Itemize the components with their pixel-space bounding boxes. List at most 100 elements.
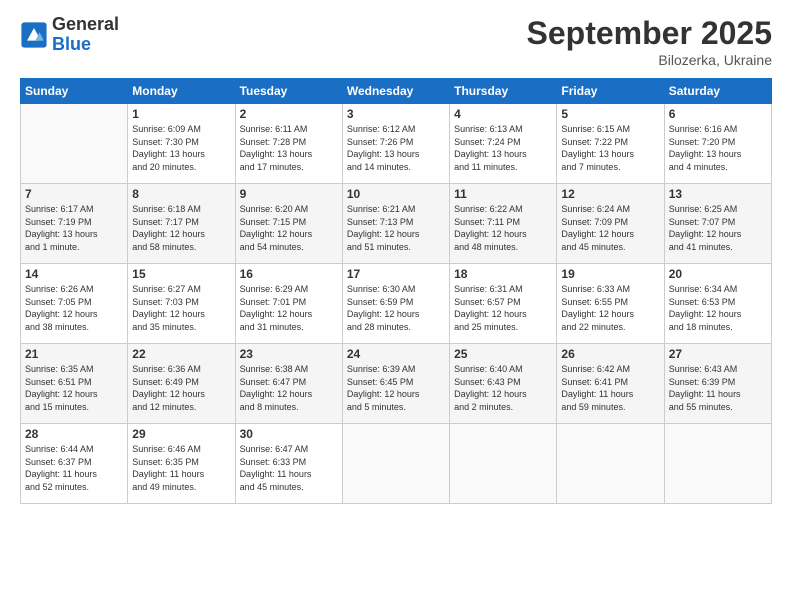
table-row: 17 Sunrise: 6:30 AM Sunset: 6:59 PM Dayli… xyxy=(342,264,449,344)
table-row: 4 Sunrise: 6:13 AM Sunset: 7:24 PM Daylig… xyxy=(450,104,557,184)
day-number: 18 xyxy=(454,267,552,281)
logo-blue-text: Blue xyxy=(52,35,119,55)
day-number: 17 xyxy=(347,267,445,281)
table-row: 24 Sunrise: 6:39 AM Sunset: 6:45 PM Dayli… xyxy=(342,344,449,424)
day-info: Sunrise: 6:44 AM Sunset: 6:37 PM Dayligh… xyxy=(25,443,123,493)
day-info: Sunrise: 6:39 AM Sunset: 6:45 PM Dayligh… xyxy=(347,363,445,413)
table-row: 2 Sunrise: 6:11 AM Sunset: 7:28 PM Daylig… xyxy=(235,104,342,184)
day-info: Sunrise: 6:42 AM Sunset: 6:41 PM Dayligh… xyxy=(561,363,659,413)
day-number: 10 xyxy=(347,187,445,201)
day-number: 24 xyxy=(347,347,445,361)
day-number: 21 xyxy=(25,347,123,361)
table-row: 22Sunrise: 6:36 AM Sunset: 6:49 PM Dayli… xyxy=(128,344,235,424)
month-title: September 2025 xyxy=(527,15,772,52)
table-row: 30Sunrise: 6:47 AM Sunset: 6:33 PM Dayli… xyxy=(235,424,342,504)
header-sunday: Sunday xyxy=(21,79,128,104)
table-row: 5Sunrise: 6:15 AM Sunset: 7:22 PM Daylig… xyxy=(557,104,664,184)
weekday-header-row: Sunday Monday Tuesday Wednesday Thursday… xyxy=(21,79,772,104)
table-row: 12 Sunrise: 6:24 AM Sunset: 7:09 PM Dayli… xyxy=(557,184,664,264)
table-row: 26 Sunrise: 6:42 AM Sunset: 6:41 PM Dayli… xyxy=(557,344,664,424)
table-row: 10 Sunrise: 6:21 AM Sunset: 7:13 PM Dayli… xyxy=(342,184,449,264)
table-row xyxy=(557,424,664,504)
day-number: 14 xyxy=(25,267,123,281)
day-number: 29 xyxy=(132,427,230,441)
header-friday: Friday xyxy=(557,79,664,104)
table-row: 29 Sunrise: 6:46 AM Sunset: 6:35 PM Dayli… xyxy=(128,424,235,504)
location-subtitle: Bilozerka, Ukraine xyxy=(527,52,772,68)
day-number: 13 xyxy=(669,187,767,201)
day-number: 8 xyxy=(132,187,230,201)
table-row: 7 Sunrise: 6:17 AM Sunset: 7:19 PM Daylig… xyxy=(21,184,128,264)
day-number: 19 xyxy=(561,267,659,281)
day-number: 23 xyxy=(240,347,338,361)
day-info: Sunrise: 6:33 AM Sunset: 6:55 PM Dayligh… xyxy=(561,283,659,333)
day-info: Sunrise: 6:22 AM Sunset: 7:11 PM Dayligh… xyxy=(454,203,552,253)
day-info: Sunrise: 6:40 AM Sunset: 6:43 PM Dayligh… xyxy=(454,363,552,413)
day-info: Sunrise: 6:09 AM Sunset: 7:30 PM Dayligh… xyxy=(132,123,230,173)
header-monday: Monday xyxy=(128,79,235,104)
day-info: Sunrise: 6:21 AM Sunset: 7:13 PM Dayligh… xyxy=(347,203,445,253)
header-tuesday: Tuesday xyxy=(235,79,342,104)
table-row xyxy=(21,104,128,184)
calendar-week-row: 28 Sunrise: 6:44 AM Sunset: 6:37 PM Dayli… xyxy=(21,424,772,504)
day-info: Sunrise: 6:15 AM Sunset: 7:22 PM Dayligh… xyxy=(561,123,659,173)
table-row: 9Sunrise: 6:20 AM Sunset: 7:15 PM Daylig… xyxy=(235,184,342,264)
day-info: Sunrise: 6:17 AM Sunset: 7:19 PM Dayligh… xyxy=(25,203,123,253)
day-info: Sunrise: 6:16 AM Sunset: 7:20 PM Dayligh… xyxy=(669,123,767,173)
calendar-week-row: 14 Sunrise: 6:26 AM Sunset: 7:05 PM Dayli… xyxy=(21,264,772,344)
table-row: 16Sunrise: 6:29 AM Sunset: 7:01 PM Dayli… xyxy=(235,264,342,344)
table-row: 25 Sunrise: 6:40 AM Sunset: 6:43 PM Dayli… xyxy=(450,344,557,424)
day-info: Sunrise: 6:36 AM Sunset: 6:49 PM Dayligh… xyxy=(132,363,230,413)
title-section: September 2025 Bilozerka, Ukraine xyxy=(527,15,772,68)
header: General Blue September 2025 Bilozerka, U… xyxy=(20,15,772,68)
calendar-week-row: 21Sunrise: 6:35 AM Sunset: 6:51 PM Dayli… xyxy=(21,344,772,424)
day-number: 4 xyxy=(454,107,552,121)
day-info: Sunrise: 6:46 AM Sunset: 6:35 PM Dayligh… xyxy=(132,443,230,493)
day-number: 3 xyxy=(347,107,445,121)
day-info: Sunrise: 6:20 AM Sunset: 7:15 PM Dayligh… xyxy=(240,203,338,253)
table-row: 15 Sunrise: 6:27 AM Sunset: 7:03 PM Dayli… xyxy=(128,264,235,344)
table-row: 21Sunrise: 6:35 AM Sunset: 6:51 PM Dayli… xyxy=(21,344,128,424)
day-number: 28 xyxy=(25,427,123,441)
day-info: Sunrise: 6:12 AM Sunset: 7:26 PM Dayligh… xyxy=(347,123,445,173)
table-row: 18 Sunrise: 6:31 AM Sunset: 6:57 PM Dayli… xyxy=(450,264,557,344)
table-row xyxy=(450,424,557,504)
day-info: Sunrise: 6:31 AM Sunset: 6:57 PM Dayligh… xyxy=(454,283,552,333)
day-number: 26 xyxy=(561,347,659,361)
day-number: 12 xyxy=(561,187,659,201)
table-row: 8 Sunrise: 6:18 AM Sunset: 7:17 PM Daylig… xyxy=(128,184,235,264)
header-thursday: Thursday xyxy=(450,79,557,104)
table-row: 13Sunrise: 6:25 AM Sunset: 7:07 PM Dayli… xyxy=(664,184,771,264)
day-number: 27 xyxy=(669,347,767,361)
day-number: 2 xyxy=(240,107,338,121)
day-number: 30 xyxy=(240,427,338,441)
day-number: 11 xyxy=(454,187,552,201)
day-info: Sunrise: 6:38 AM Sunset: 6:47 PM Dayligh… xyxy=(240,363,338,413)
day-info: Sunrise: 6:26 AM Sunset: 7:05 PM Dayligh… xyxy=(25,283,123,333)
day-info: Sunrise: 6:18 AM Sunset: 7:17 PM Dayligh… xyxy=(132,203,230,253)
logo: General Blue xyxy=(20,15,119,55)
day-number: 15 xyxy=(132,267,230,281)
day-info: Sunrise: 6:27 AM Sunset: 7:03 PM Dayligh… xyxy=(132,283,230,333)
day-number: 1 xyxy=(132,107,230,121)
day-info: Sunrise: 6:24 AM Sunset: 7:09 PM Dayligh… xyxy=(561,203,659,253)
table-row: 14 Sunrise: 6:26 AM Sunset: 7:05 PM Dayli… xyxy=(21,264,128,344)
table-row xyxy=(342,424,449,504)
table-row: 19 Sunrise: 6:33 AM Sunset: 6:55 PM Dayli… xyxy=(557,264,664,344)
day-info: Sunrise: 6:34 AM Sunset: 6:53 PM Dayligh… xyxy=(669,283,767,333)
day-number: 16 xyxy=(240,267,338,281)
table-row: 1 Sunrise: 6:09 AM Sunset: 7:30 PM Daylig… xyxy=(128,104,235,184)
header-saturday: Saturday xyxy=(664,79,771,104)
header-wednesday: Wednesday xyxy=(342,79,449,104)
day-info: Sunrise: 6:13 AM Sunset: 7:24 PM Dayligh… xyxy=(454,123,552,173)
calendar-table: Sunday Monday Tuesday Wednesday Thursday… xyxy=(20,78,772,504)
table-row: 6 Sunrise: 6:16 AM Sunset: 7:20 PM Daylig… xyxy=(664,104,771,184)
table-row: 27Sunrise: 6:43 AM Sunset: 6:39 PM Dayli… xyxy=(664,344,771,424)
day-number: 6 xyxy=(669,107,767,121)
table-row: 11 Sunrise: 6:22 AM Sunset: 7:11 PM Dayli… xyxy=(450,184,557,264)
day-number: 25 xyxy=(454,347,552,361)
day-info: Sunrise: 6:30 AM Sunset: 6:59 PM Dayligh… xyxy=(347,283,445,333)
day-info: Sunrise: 6:11 AM Sunset: 7:28 PM Dayligh… xyxy=(240,123,338,173)
table-row: 20Sunrise: 6:34 AM Sunset: 6:53 PM Dayli… xyxy=(664,264,771,344)
day-number: 7 xyxy=(25,187,123,201)
